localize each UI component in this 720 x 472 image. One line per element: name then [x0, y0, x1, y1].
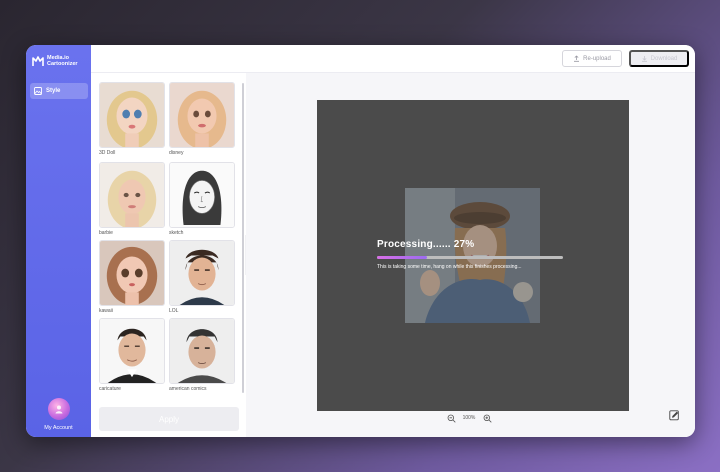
- reupload-button[interactable]: Re-upload: [562, 50, 622, 67]
- top-toolbar: Re-upload Download: [91, 45, 695, 73]
- image-icon: [34, 87, 42, 95]
- zoom-controls: 100%: [446, 413, 492, 423]
- app-logo[interactable]: Media.io Cartoonizer: [32, 55, 81, 67]
- style-label: barbie: [99, 230, 113, 236]
- style-label: sketch: [169, 230, 184, 236]
- progress-fill: [377, 256, 428, 259]
- style-card-disney[interactable]: disney: [169, 82, 235, 156]
- style-label: american comics: [169, 386, 207, 392]
- zoom-in-icon: [483, 414, 492, 423]
- app-window: Media.io Cartoonizer Style My Account Re…: [26, 45, 695, 437]
- style-panel: 3D Doll disney barbie sketch kawaii LOL …: [91, 73, 245, 437]
- style-thumbnail[interactable]: [169, 240, 235, 306]
- progress-bar: [377, 256, 563, 259]
- style-label: 3D Doll: [99, 150, 116, 156]
- style-label: disney: [169, 150, 184, 156]
- style-thumbnail[interactable]: [99, 318, 165, 384]
- avatar[interactable]: [47, 398, 70, 420]
- workspace: Processing...... 27% This is taking some…: [246, 73, 695, 437]
- logo-text: Media.io Cartoonizer: [47, 55, 81, 67]
- style-label: LOL: [169, 308, 179, 314]
- my-account[interactable]: My Account: [26, 398, 91, 431]
- style-thumbnail[interactable]: [99, 82, 165, 148]
- reupload-label: Re-upload: [583, 55, 611, 62]
- zoom-out-icon: [447, 414, 456, 423]
- logo-icon: [32, 56, 44, 66]
- account-label: My Account: [44, 425, 73, 431]
- apply-button[interactable]: Apply: [99, 407, 239, 431]
- style-label: kawaii: [99, 308, 113, 314]
- style-card-american-comics[interactable]: american comics: [169, 318, 235, 392]
- style-thumbnail[interactable]: [169, 318, 235, 384]
- style-thumbnail[interactable]: [169, 162, 235, 228]
- download-icon: [641, 56, 647, 62]
- download-button[interactable]: Download: [629, 50, 689, 67]
- download-label: Download: [650, 55, 678, 62]
- style-card-kawaii[interactable]: kawaii: [99, 240, 165, 314]
- sidebar-item-style[interactable]: Style: [30, 83, 88, 99]
- edit-icon: [668, 409, 679, 420]
- user-icon: [55, 405, 62, 414]
- style-label: caricature: [99, 386, 121, 392]
- zoom-level: 100%: [462, 415, 476, 421]
- image-canvas: Processing...... 27% This is taking some…: [317, 100, 629, 411]
- zoom-out-button[interactable]: [446, 413, 456, 423]
- style-card-caricature[interactable]: caricature: [99, 318, 165, 392]
- processing-status: Processing...... 27%: [377, 239, 475, 250]
- style-thumbnail[interactable]: [99, 162, 165, 228]
- style-thumbnail[interactable]: [99, 240, 165, 306]
- sidebar-item-label: Style: [46, 88, 61, 94]
- style-thumbnail[interactable]: [169, 82, 235, 148]
- processing-message: This is taking some time, hang on while …: [377, 264, 522, 270]
- style-card-barbie[interactable]: barbie: [99, 162, 165, 236]
- processing-overlay: Processing...... 27% This is taking some…: [377, 239, 567, 270]
- edit-button[interactable]: [667, 408, 681, 422]
- zoom-in-button[interactable]: [482, 413, 492, 423]
- style-panel-scrollbar[interactable]: [242, 83, 244, 393]
- style-card-sketch[interactable]: sketch: [169, 162, 235, 236]
- style-card-lol[interactable]: LOL: [169, 240, 235, 314]
- style-card-3d-doll[interactable]: 3D Doll: [99, 82, 165, 156]
- sidebar: Media.io Cartoonizer Style My Account: [26, 45, 91, 437]
- upload-icon: [574, 55, 580, 62]
- logo-line-2: Cartoonizer: [47, 61, 78, 67]
